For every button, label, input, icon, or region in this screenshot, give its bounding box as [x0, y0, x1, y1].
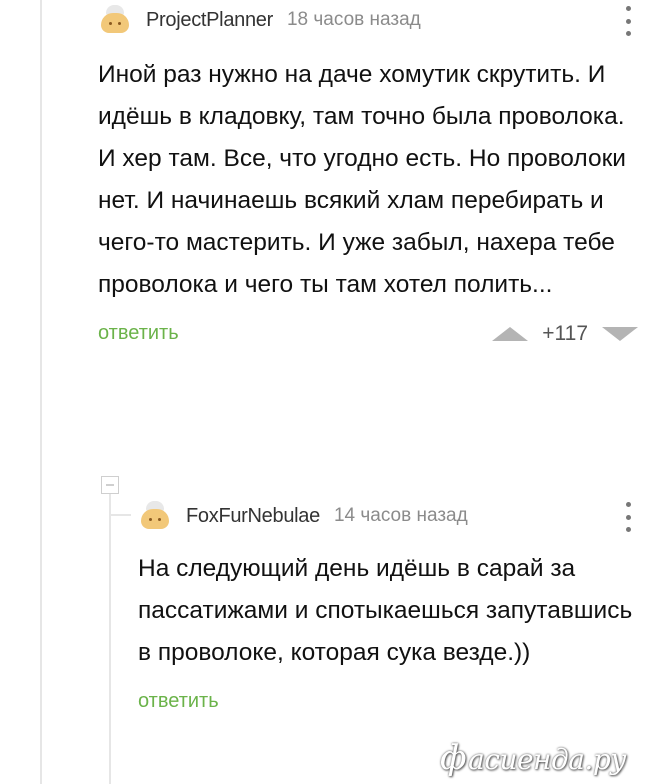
- nested-thread-line: [109, 494, 111, 784]
- rating-value: +117: [542, 322, 588, 345]
- upvote-icon[interactable]: [492, 327, 529, 341]
- thread-branch: [109, 514, 131, 516]
- author-name[interactable]: FoxFurNebulae: [186, 505, 320, 528]
- comment-footer: ответить: [138, 684, 638, 724]
- comment-foxfur-nebulae: FoxFurNebulae 14 часов назад На следующи…: [138, 496, 638, 724]
- watermark: фасиенда.ру: [439, 738, 627, 778]
- vote-control: +117: [492, 322, 638, 346]
- watermark-text: асиенда.ру: [468, 743, 626, 776]
- comment-header: ProjectPlanner 18 часов назад: [98, 0, 638, 40]
- comment-project-planner: ProjectPlanner 18 часов назад Иной раз н…: [98, 0, 638, 356]
- more-options-icon[interactable]: [618, 6, 638, 36]
- collapse-thread-button[interactable]: [101, 476, 119, 494]
- thread-line: [40, 0, 42, 784]
- author-name[interactable]: ProjectPlanner: [146, 9, 273, 32]
- comment-time[interactable]: 18 часов назад: [287, 9, 421, 31]
- comment-text: На следующий день идёшь в сарай за пасса…: [138, 555, 633, 666]
- comment-text: Иной раз нужно на даче хомутик скрутить.…: [98, 61, 626, 298]
- reply-button[interactable]: ответить: [138, 690, 219, 713]
- more-options-icon[interactable]: [618, 502, 638, 532]
- reply-button[interactable]: ответить: [98, 322, 179, 345]
- watermark-logo: ф: [439, 738, 467, 778]
- comment-header: FoxFurNebulae 14 часов назад: [138, 496, 638, 536]
- avatar[interactable]: [98, 5, 132, 35]
- comments-page: ProjectPlanner 18 часов назад Иной раз н…: [0, 0, 650, 784]
- downvote-icon[interactable]: [602, 327, 638, 341]
- comment-footer: ответить +117: [98, 316, 638, 356]
- avatar[interactable]: [138, 501, 172, 531]
- comment-time[interactable]: 14 часов назад: [334, 505, 468, 527]
